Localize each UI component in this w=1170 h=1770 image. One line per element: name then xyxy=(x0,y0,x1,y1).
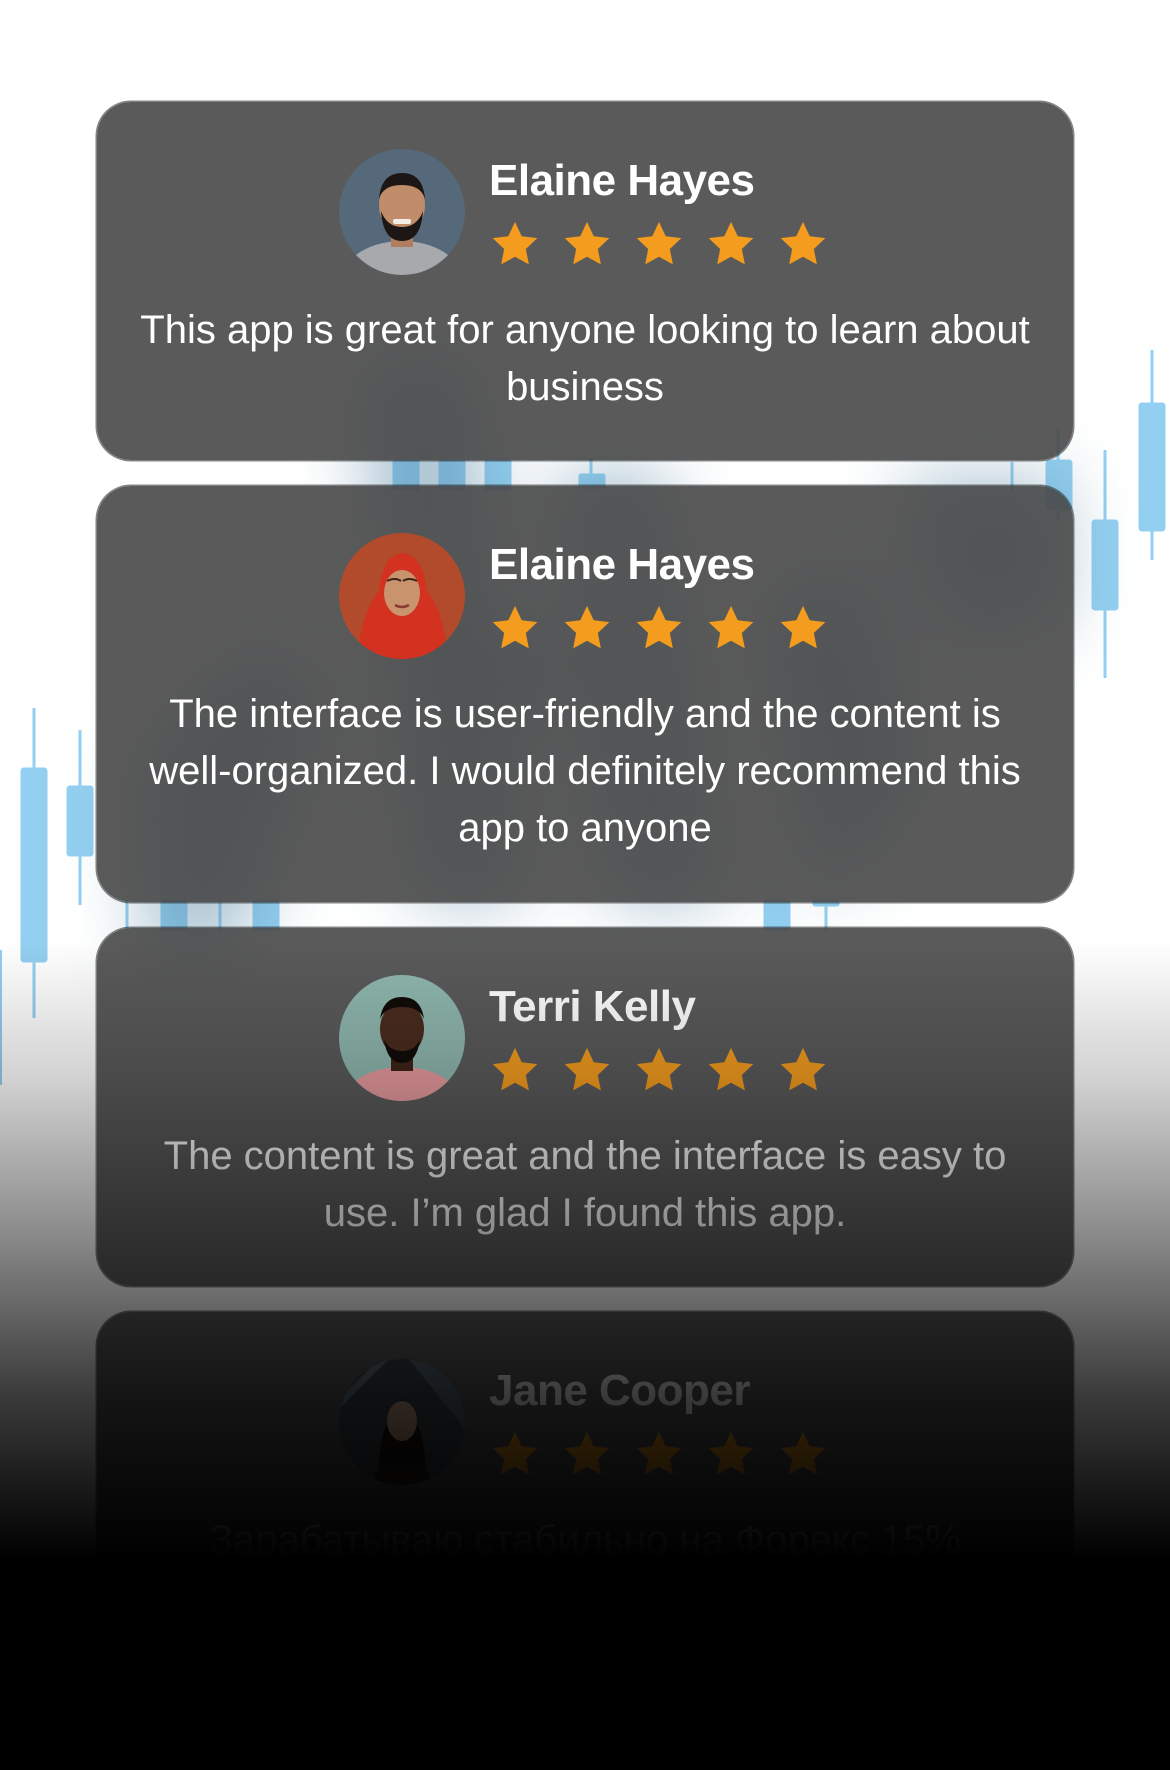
reviewer-name: Jane Cooper xyxy=(489,1366,751,1415)
reviewer-name: Elaine Hayes xyxy=(489,540,755,589)
star-icon xyxy=(708,221,754,265)
star-rating xyxy=(489,218,829,270)
review-text: The content is great and the interface i… xyxy=(163,1134,1007,1235)
star-rating xyxy=(489,1428,829,1480)
star-icon xyxy=(780,221,826,265)
testimonial-card: Terri Kelly The content is great and the… xyxy=(97,928,1073,1286)
star-icon xyxy=(636,1047,682,1091)
review-text: Зарабатываю стабильно на Форекс 15% ежем… xyxy=(208,1518,962,1619)
review-text: This app is great for anyone looking to … xyxy=(140,308,1030,409)
avatar xyxy=(339,975,465,1101)
star-icon xyxy=(636,1431,682,1475)
reviewer-name: Elaine Hayes xyxy=(489,156,755,205)
avatar xyxy=(339,533,465,659)
avatar xyxy=(339,1359,465,1485)
star-icon xyxy=(564,605,610,649)
star-icon xyxy=(780,1047,826,1091)
testimonial-card: Elaine Hayes The interface is user-frien… xyxy=(97,486,1073,902)
star-rating xyxy=(489,1044,829,1096)
star-icon xyxy=(708,1431,754,1475)
star-rating xyxy=(489,602,829,654)
star-icon xyxy=(564,221,610,265)
star-icon xyxy=(780,1431,826,1475)
star-icon xyxy=(708,605,754,649)
star-icon xyxy=(492,1431,538,1475)
star-icon xyxy=(636,605,682,649)
testimonial-card: Jane Cooper Зарабатываю стабильно на Фор… xyxy=(97,1312,1073,1692)
star-icon xyxy=(492,605,538,649)
star-icon xyxy=(564,1047,610,1091)
star-icon xyxy=(780,605,826,649)
reviewer-name: Terri Kelly xyxy=(489,982,696,1031)
review-text: The interface is user-friendly and the c… xyxy=(149,692,1021,850)
star-icon xyxy=(708,1047,754,1091)
star-icon xyxy=(636,221,682,265)
star-icon xyxy=(492,221,538,265)
star-icon xyxy=(564,1431,610,1475)
star-icon xyxy=(492,1047,538,1091)
testimonial-card: Elaine Hayes This app is great for anyon… xyxy=(97,102,1073,460)
avatar xyxy=(339,149,465,275)
